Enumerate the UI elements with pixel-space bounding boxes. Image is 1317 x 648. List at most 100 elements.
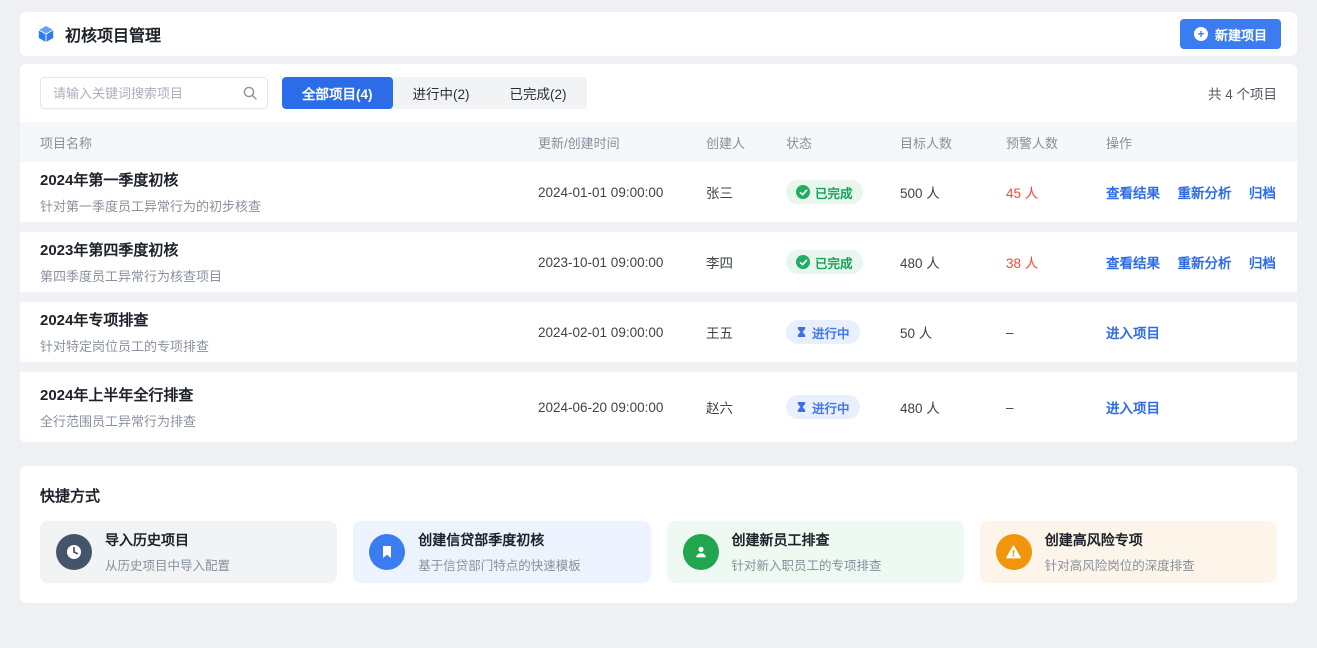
shortcut-desc: 从历史项目中导入配置 [105,555,230,574]
col-warning-count: 预警人数 [1006,133,1106,152]
new-project-label: 新建项目 [1215,25,1267,44]
shortcut-text: 创建信贷部季度初核 基于信贷部门特点的快速模板 [418,530,581,574]
project-name-cell: 2024年第一季度初核 针对第一季度员工异常行为的初步核查 [40,169,538,215]
check-icon [796,255,810,269]
project-name: 2024年第一季度初核 [40,169,538,190]
archive-link[interactable]: 归档 [1249,186,1276,201]
tab-completed[interactable]: 已完成(2) [490,77,587,109]
creator: 张三 [706,182,786,202]
shortcuts-section: 快捷方式 导入历史项目 从历史项目中导入配置 [20,466,1297,603]
shortcut-grid: 导入历史项目 从历史项目中导入配置 创建信贷部季度初核 基于信贷部门特点的快速模… [40,521,1277,583]
search-input[interactable] [40,77,268,109]
project-description: 第四季度员工异常行为核查项目 [40,266,538,285]
project-description: 针对特定岗位员工的专项排查 [40,336,538,355]
status-badge: 已完成 [786,250,863,274]
shortcut-text: 创建高风险专项 针对高风险岗位的深度排查 [1045,530,1195,574]
col-project-name: 项目名称 [40,133,538,152]
creator: 李四 [706,252,786,272]
tab-all-projects[interactable]: 全部项目(4) [282,77,393,109]
total-count: 共 4 个项目 [1208,83,1277,103]
enter-project-link[interactable]: 进入项目 [1106,326,1160,341]
filter-tabs: 全部项目(4) 进行中(2) 已完成(2) [282,77,587,109]
update-time: 2023-10-01 09:00:00 [538,255,706,270]
actions-cell: 进入项目 [1106,397,1277,418]
project-name: 2024年上半年全行排查 [40,384,538,405]
user-icon [683,534,719,570]
actions-cell: 进入项目 [1106,322,1277,343]
col-target-count: 目标人数 [900,133,1006,152]
hourglass-icon [796,401,807,413]
shortcut-title: 创建信贷部季度初核 [418,530,581,550]
status-badge: 已完成 [786,180,863,204]
table-row: 2024年第一季度初核 针对第一季度员工异常行为的初步核查 2024-01-01… [20,162,1297,232]
page-title: 初核项目管理 [65,22,161,46]
table-row: 2024年专项排查 针对特定岗位员工的专项排查 2024-02-01 09:00… [20,302,1297,372]
table-header: 项目名称 更新/创建时间 创建人 状态 目标人数 预警人数 操作 [20,122,1297,162]
project-name-cell: 2024年上半年全行排查 全行范围员工异常行为排查 [40,384,538,430]
page: 初核项目管理 + 新建项目 全部项目(4) 进行中(2) 已完成 [0,0,1317,648]
warning-count: – [1006,325,1106,340]
toolbar: 全部项目(4) 进行中(2) 已完成(2) 共 4 个项目 [20,64,1297,122]
new-project-button[interactable]: + 新建项目 [1180,19,1281,49]
warning-icon [996,534,1032,570]
page-header: 初核项目管理 + 新建项目 [20,12,1297,56]
shortcut-high-risk[interactable]: 创建高风险专项 针对高风险岗位的深度排查 [980,521,1277,583]
status-label: 已完成 [815,253,853,272]
target-count: 480 人 [900,252,1006,272]
col-actions: 操作 [1106,133,1277,152]
actions-cell: 查看结果 重新分析 归档 [1106,252,1277,273]
target-count: 500 人 [900,182,1006,202]
project-description: 针对第一季度员工异常行为的初步核查 [40,196,538,215]
plus-circle-icon: + [1194,27,1208,41]
target-count: 50 人 [900,322,1006,342]
status-cell: 已完成 [786,250,900,274]
warning-count: – [1006,400,1106,415]
update-time: 2024-02-01 09:00:00 [538,325,706,340]
view-results-link[interactable]: 查看结果 [1106,186,1160,201]
status-label: 进行中 [812,323,850,342]
update-time: 2024-01-01 09:00:00 [538,185,706,200]
check-icon [796,185,810,199]
shortcut-credit-quarterly[interactable]: 创建信贷部季度初核 基于信贷部门特点的快速模板 [353,521,650,583]
shortcut-desc: 基于信贷部门特点的快速模板 [418,555,581,574]
warning-count: 45 人 [1006,182,1106,202]
project-description: 全行范围员工异常行为排查 [40,411,538,430]
col-update-time: 更新/创建时间 [538,133,706,152]
clock-icon [56,534,92,570]
shortcut-desc: 针对高风险岗位的深度排查 [1045,555,1195,574]
project-name-cell: 2023年第四季度初核 第四季度员工异常行为核查项目 [40,239,538,285]
shortcut-import-history[interactable]: 导入历史项目 从历史项目中导入配置 [40,521,337,583]
tab-in-progress[interactable]: 进行中(2) [393,77,490,109]
target-count: 480 人 [900,397,1006,417]
status-label: 已完成 [815,183,853,202]
status-label: 进行中 [812,398,850,417]
search-box [40,77,268,109]
shortcut-title: 导入历史项目 [105,530,230,550]
status-cell: 已完成 [786,180,900,204]
col-creator: 创建人 [706,133,786,152]
cube-icon [36,24,56,44]
shortcut-new-employee[interactable]: 创建新员工排查 针对新入职员工的专项排查 [667,521,964,583]
search-icon[interactable] [242,85,258,101]
project-name: 2024年专项排查 [40,309,538,330]
enter-project-link[interactable]: 进入项目 [1106,401,1160,416]
view-results-link[interactable]: 查看结果 [1106,256,1160,271]
actions-cell: 查看结果 重新分析 归档 [1106,182,1277,203]
shortcuts-title: 快捷方式 [40,485,1277,506]
col-status: 状态 [786,133,900,152]
shortcut-text: 导入历史项目 从历史项目中导入配置 [105,530,230,574]
project-name-cell: 2024年专项排查 针对特定岗位员工的专项排查 [40,309,538,355]
archive-link[interactable]: 归档 [1249,256,1276,271]
status-cell: 进行中 [786,395,900,419]
reanalyze-link[interactable]: 重新分析 [1177,186,1231,201]
table-row: 2023年第四季度初核 第四季度员工异常行为核查项目 2023-10-01 09… [20,232,1297,302]
reanalyze-link[interactable]: 重新分析 [1177,256,1231,271]
status-badge: 进行中 [786,320,860,344]
bookmark-icon [369,534,405,570]
status-cell: 进行中 [786,320,900,344]
shortcut-title: 创建新员工排查 [732,530,882,550]
status-badge: 进行中 [786,395,860,419]
hourglass-icon [796,326,807,338]
header-left: 初核项目管理 [36,22,161,46]
project-list-card: 全部项目(4) 进行中(2) 已完成(2) 共 4 个项目 项目名称 更新/创建… [20,64,1297,442]
